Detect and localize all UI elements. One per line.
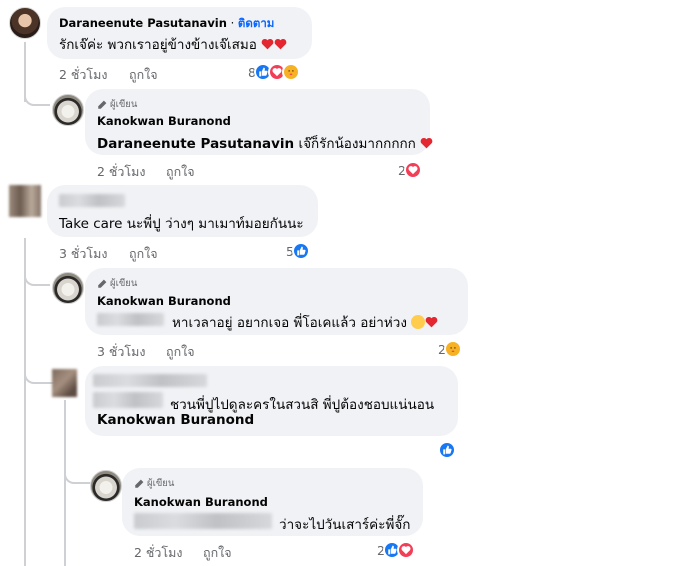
comment-text: ว่าจะไปวันเสาร์ค่ะพี่จั๊ก — [279, 517, 411, 533]
comment-text-content: รักเจ๊ค่ะ พวกเราอยู่ข้างข้างเจ๊เสมอ — [59, 37, 257, 53]
thread-connector — [24, 364, 54, 384]
avatar[interactable] — [52, 272, 84, 304]
thread-connector — [64, 464, 90, 484]
redacted-mention — [134, 513, 272, 529]
reaction-summary[interactable]: 2 — [438, 339, 462, 359]
badge-label: ผู้เขียน — [147, 478, 175, 489]
like-icon — [438, 441, 456, 459]
comment-time[interactable]: 2 ชั่วโมง — [134, 543, 183, 563]
mention-link[interactable]: Daraneenute Pasutanavin — [97, 136, 294, 152]
comment-author[interactable]: Kanokwan Buranond — [97, 114, 231, 128]
care-icon — [443, 340, 462, 358]
comment-text-content: เจ๊ก็รักน้องมากกกกก — [298, 136, 416, 152]
thread-line — [64, 400, 66, 566]
like-button[interactable]: ถูกใจ — [203, 543, 232, 563]
comment-time[interactable]: 3 ชั่วโมง — [59, 244, 108, 264]
heart-emoji-icon — [425, 316, 438, 328]
author-badge: ผู้เขียน — [97, 276, 137, 291]
comment-text: รักเจ๊ค่ะ พวกเราอยู่ข้างข้างเจ๊เสมอ — [59, 33, 287, 55]
like-button[interactable]: ถูกใจ — [129, 65, 158, 85]
comment-author[interactable]: Kanokwan Buranond — [134, 495, 268, 509]
redacted-mention — [97, 313, 164, 326]
badge-label: ผู้เขียน — [110, 278, 138, 289]
avatar[interactable] — [52, 94, 84, 126]
love-icon — [403, 161, 422, 179]
heart-emoji-icon — [274, 38, 287, 50]
separator-dot: · — [226, 16, 238, 30]
comment-time[interactable]: 2 ชั่วโมง — [97, 162, 146, 182]
heart-emoji-icon — [420, 137, 433, 149]
author-name[interactable]: Daraneenute Pasutanavin — [59, 16, 227, 30]
love-icon — [396, 541, 415, 559]
mention-link[interactable]: Kanokwan Buranond — [97, 412, 254, 428]
like-button[interactable]: ถูกใจ — [166, 162, 195, 182]
avatar[interactable] — [9, 185, 41, 217]
author-badge: ผู้เขียน — [134, 476, 174, 491]
like-button[interactable]: ถูกใจ — [166, 342, 195, 362]
follow-link[interactable]: ติดตาม — [238, 16, 274, 30]
avatar[interactable] — [52, 369, 77, 397]
comment-text: Daraneenute Pasutanavin เจ๊ก็รักน้องมากก… — [97, 132, 433, 154]
avatar[interactable] — [9, 7, 41, 39]
comment-text: Take care นะพี่ปู ว่างๆ มาเมาท์มอยกันนะ — [59, 216, 304, 232]
reaction-summary[interactable]: 8 — [248, 62, 300, 82]
grinning-emoji-icon — [411, 315, 426, 329]
reaction-summary[interactable]: 5 — [286, 241, 310, 261]
comment-text: หาเวลาอยู่ อยากเจอ พี่โอเคแล้ว อย่าห่วง — [172, 311, 438, 333]
reaction-summary[interactable]: 2 — [398, 160, 422, 180]
redacted-author-name — [93, 374, 207, 387]
like-icon — [291, 242, 310, 260]
redacted-mention — [93, 392, 163, 408]
care-icon — [281, 63, 300, 81]
redacted-author-name — [59, 194, 125, 207]
thread-connector — [24, 86, 50, 106]
heart-emoji-icon — [261, 38, 274, 50]
like-button[interactable]: ถูกใจ — [129, 244, 158, 264]
comment-text-content: หาเวลาอยู่ อยากเจอ พี่โอเคแล้ว อย่าห่วง — [172, 315, 407, 331]
reaction-summary[interactable] — [438, 440, 456, 460]
avatar[interactable] — [90, 470, 122, 502]
thread-line — [24, 238, 26, 566]
comment-time[interactable]: 3 ชั่วโมง — [97, 342, 146, 362]
author-badge: ผู้เขียน — [97, 97, 137, 112]
thread-connector — [24, 266, 50, 286]
comment-time[interactable]: 2 ชั่วโมง — [59, 65, 108, 85]
badge-label: ผู้เขียน — [110, 99, 138, 110]
reaction-summary[interactable]: 2 — [377, 540, 415, 560]
comment-author[interactable]: Daraneenute Pasutanavin · ติดตาม — [59, 15, 274, 33]
pen-icon — [98, 279, 107, 288]
comment-author[interactable]: Kanokwan Buranond — [97, 294, 231, 308]
pen-icon — [135, 479, 144, 488]
pen-icon — [98, 100, 107, 109]
